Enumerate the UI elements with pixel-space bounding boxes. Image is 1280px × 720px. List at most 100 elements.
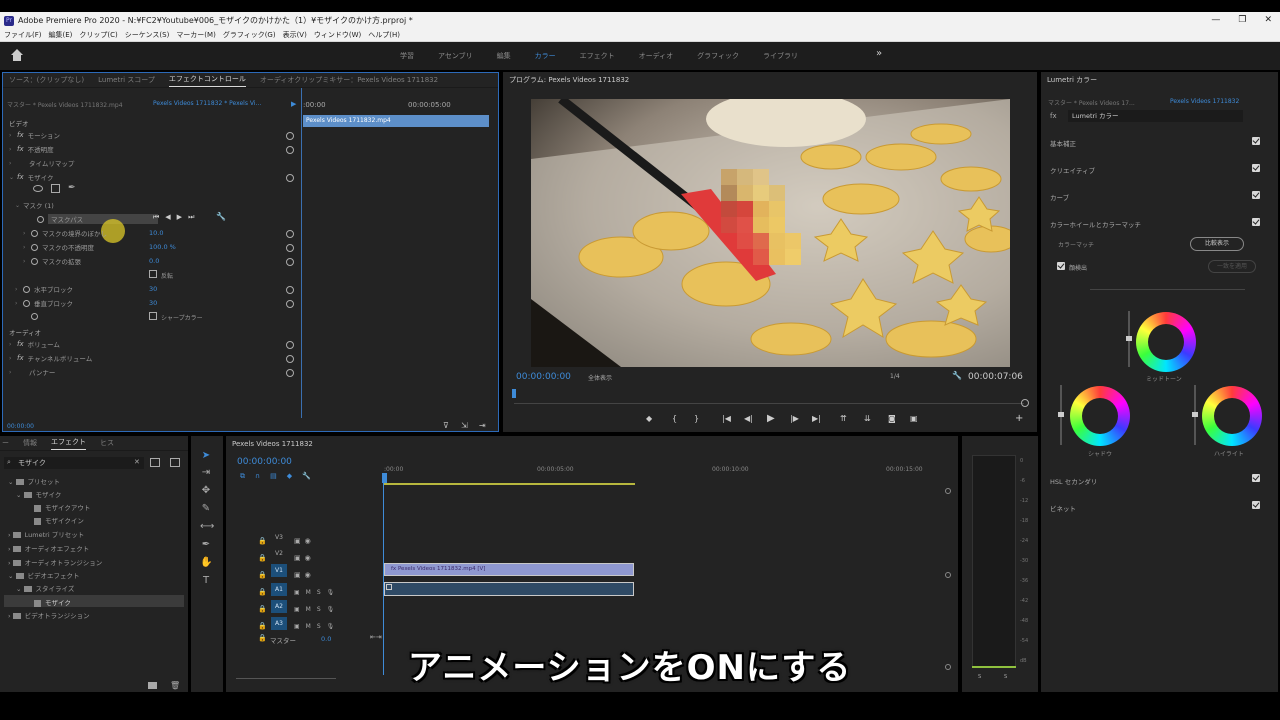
effect-row-mask-feather[interactable]: › マスクの境界のぼかし <box>23 227 107 239</box>
tree-audio-transitions[interactable]: › オーディオトランジション <box>8 557 102 567</box>
menu-view[interactable]: 表示(V) <box>283 30 307 40</box>
track-a1-label[interactable]: A1 <box>271 583 287 596</box>
highlights-slider[interactable] <box>1192 385 1198 445</box>
effect-row-mask-opacity[interactable]: › マスクの不透明度 <box>23 241 94 253</box>
effect-row-motion[interactable]: › fx モーション <box>9 129 60 141</box>
button-editor-icon[interactable]: + <box>1015 413 1023 424</box>
tree-video-transitions[interactable]: › ビデオトランジション <box>8 610 90 620</box>
mini-timeline-clip[interactable]: Pexels Videos 1711832.mp4 <box>303 115 489 127</box>
timeline-hscroll[interactable] <box>236 678 336 679</box>
lumetri-section-curves[interactable]: カーブ <box>1050 192 1069 202</box>
midtones-slider[interactable] <box>1126 311 1132 367</box>
step-forward-icon[interactable]: |▶ <box>790 414 799 423</box>
reset-icon[interactable] <box>286 355 294 363</box>
comparison-view-button[interactable]: 比較表示 <box>1190 237 1244 251</box>
tree-mosaic-effect[interactable]: モザイク <box>34 597 71 607</box>
ripple-edit-tool-icon[interactable]: ✥ <box>200 485 212 497</box>
menu-edit[interactable]: 編集(E) <box>49 30 73 40</box>
workspace-tab-audio[interactable]: オーディオ <box>639 51 674 61</box>
stopwatch-icon[interactable] <box>31 257 38 265</box>
lumetri-clip-label[interactable]: Pexels Videos 1711832 <box>1170 98 1239 105</box>
timeline-vscroll-mid[interactable] <box>945 572 951 578</box>
lumetri-section-hsl[interactable]: HSL セカンダリ <box>1050 476 1097 486</box>
sharp-colors-checkbox[interactable] <box>149 312 157 320</box>
stopwatch-icon[interactable] <box>23 299 30 307</box>
lumetri-section-basic[interactable]: 基本補正 <box>1050 138 1076 148</box>
delete-icon[interactable]: 🗑 <box>170 681 180 690</box>
highlights-color-wheel[interactable] <box>1202 386 1262 446</box>
track-v3-label[interactable]: V3 <box>271 531 287 544</box>
reset-icon[interactable] <box>286 286 294 294</box>
mark-out-icon[interactable]: } <box>694 414 699 423</box>
mini-timeline-playhead[interactable] <box>301 88 302 418</box>
effect-row-mask-path[interactable]: マスクパス <box>37 213 158 225</box>
shadows-slider[interactable] <box>1058 385 1064 445</box>
wrench-icon[interactable]: 🔧 <box>216 212 226 221</box>
tab-audio-clip-mixer[interactable]: オーディオクリップミキサー：Pexels Videos 1711832 <box>260 75 438 85</box>
tree-mosaic-out[interactable]: モザイクアウト <box>34 502 90 512</box>
effect-row-mosaic[interactable]: ⌄ fx モザイク <box>9 171 53 183</box>
stopwatch-icon[interactable] <box>37 215 44 223</box>
curves-checkbox[interactable] <box>1252 191 1260 199</box>
track-v1-label[interactable]: V1 <box>271 564 287 577</box>
tab-color[interactable]: ー <box>2 438 9 448</box>
horizontal-blocks-value[interactable]: 30 <box>149 285 157 293</box>
track-select-tool-icon[interactable]: ⇥ <box>200 467 212 479</box>
workspace-tab-learn[interactable]: 学習 <box>400 51 414 61</box>
program-scrubber[interactable] <box>514 403 1024 404</box>
track-v2-label[interactable]: V2 <box>271 547 287 560</box>
creative-checkbox[interactable] <box>1252 164 1260 172</box>
workspace-more-button[interactable]: » <box>876 48 882 59</box>
hand-tool-icon[interactable]: ✋ <box>200 557 212 569</box>
tab-source[interactable]: ソース：(クリップなし) <box>9 75 84 85</box>
add-marker-icon[interactable]: ◆ <box>646 414 652 423</box>
track-a3-label[interactable]: A3 <box>271 617 287 630</box>
tree-mosaic-in[interactable]: モザイクイン <box>34 515 84 525</box>
reset-icon[interactable] <box>286 258 294 266</box>
work-area-bar[interactable] <box>384 483 635 485</box>
stopwatch-icon[interactable] <box>23 285 30 293</box>
go-to-in-icon[interactable]: |◀ <box>722 414 731 423</box>
meter-solo-left[interactable]: S <box>978 674 981 680</box>
tree-presets[interactable]: ⌄ プリセット <box>8 476 60 486</box>
tree-stylize[interactable]: ⌄ スタイライズ <box>16 583 74 593</box>
menu-sequence[interactable]: シーケンス(S) <box>125 30 170 40</box>
color-wheels-checkbox[interactable] <box>1252 218 1260 226</box>
tab-effect-controls[interactable]: エフェクトコントロール <box>168 74 246 87</box>
video-clip-v1[interactable]: fx Pexels Videos 1711832.mp4 [V] <box>384 563 634 576</box>
clear-search-icon[interactable]: ✕ <box>134 458 140 466</box>
reset-icon[interactable] <box>286 146 294 154</box>
clip-menu-icon[interactable]: ⇥ <box>479 421 486 430</box>
step-back-icon[interactable]: ◀| <box>744 414 753 423</box>
tab-info[interactable]: 情報 <box>23 438 37 448</box>
timeline-playhead-line[interactable] <box>383 483 384 675</box>
resolution-select[interactable]: 1/4 <box>890 373 900 380</box>
effect-controls-timecode[interactable]: 00:00:00 <box>7 423 34 430</box>
ellipse-mask-icon[interactable] <box>33 185 43 192</box>
tab-effects[interactable]: エフェクト <box>51 437 86 450</box>
filter-icon[interactable]: ⊽ <box>443 421 449 430</box>
settings-wrench-icon[interactable]: 🔧 <box>952 371 962 380</box>
export-icon[interactable]: ⇲ <box>461 421 468 430</box>
stopwatch-icon[interactable] <box>31 313 38 320</box>
lumetri-section-creative[interactable]: クリエイティブ <box>1050 165 1095 175</box>
rectangle-mask-icon[interactable] <box>51 184 60 193</box>
sequence-tab[interactable]: Pexels Videos 1711832 <box>232 440 313 448</box>
extract-icon[interactable]: ⇊ <box>864 414 871 423</box>
export-frame-icon[interactable]: ◙ <box>888 414 896 423</box>
mask-opacity-value[interactable]: 100.0 % <box>149 243 176 251</box>
effect-row-mask-expansion[interactable]: › マスクの拡張 <box>23 255 81 267</box>
slip-tool-icon[interactable]: ⟷ <box>200 521 214 533</box>
midtones-color-wheel[interactable] <box>1136 312 1196 372</box>
master-lock-icon[interactable]: 🔒 <box>258 634 267 642</box>
lift-icon[interactable]: ⇈ <box>840 414 847 423</box>
stopwatch-icon[interactable] <box>31 229 38 237</box>
track-audio-toggle-icons[interactable]: ▣MS🎙 ▣MS🎙 ▣MS🎙 <box>294 584 340 635</box>
new-bin-icon[interactable] <box>148 682 157 689</box>
reset-icon[interactable] <box>286 132 294 140</box>
clip-selector[interactable]: Pexels Videos 1711832 * Pexels Vi... <box>153 100 261 107</box>
lumetri-section-vignette[interactable]: ビネット <box>1050 503 1076 513</box>
timeline-playhead-handle[interactable] <box>382 473 387 483</box>
effect-row-opacity[interactable]: › fx 不透明度 <box>9 143 54 155</box>
timeline-vscroll-bottom[interactable] <box>945 664 951 670</box>
